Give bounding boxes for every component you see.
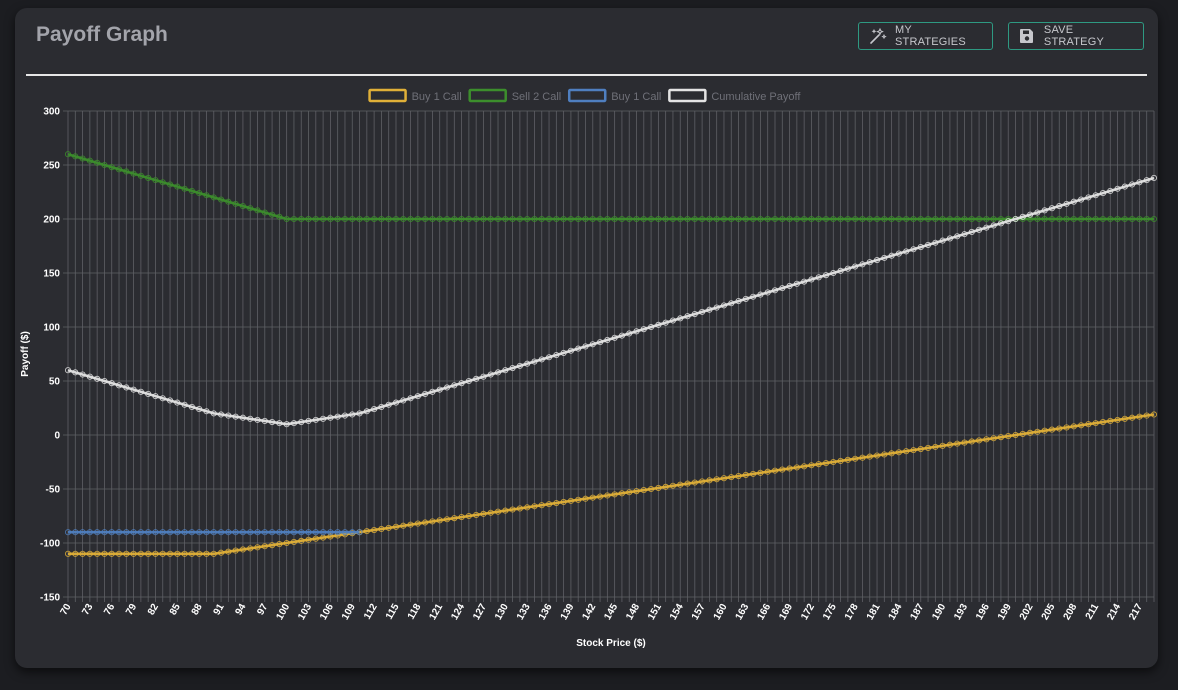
x-tick-label: 190 (930, 602, 948, 622)
legend-swatch (567, 88, 607, 103)
legend-label: Cumulative Payoff (711, 91, 801, 103)
y-axis-title: Payoff ($) (20, 331, 31, 377)
x-tick-label: 127 (471, 602, 489, 622)
x-tick-label: 109 (340, 602, 358, 622)
x-tick-label: 88 (190, 602, 205, 618)
x-tick-label: 211 (1084, 602, 1102, 622)
y-tick-label: 100 (43, 323, 60, 334)
x-tick-label: 97 (255, 602, 270, 618)
x-tick-label: 73 (80, 602, 95, 618)
x-tick-label: 202 (1018, 602, 1036, 622)
y-tick-label: 150 (43, 269, 60, 280)
series-line (67, 152, 1154, 221)
x-tick-label: 199 (996, 602, 1014, 622)
x-tick-label: 91 (212, 602, 227, 618)
x-tick-label: 187 (908, 602, 926, 622)
x-tick-label: 142 (581, 602, 599, 622)
payoff-chart: 300 250 200 150 100 50 0 -50 -100 -15070 73 76 79 82 8… (20, 88, 1158, 649)
x-tick-label: 133 (515, 602, 533, 622)
x-tick-label: 70 (59, 602, 74, 618)
x-tick-label: 178 (843, 602, 861, 622)
x-tick-label: 139 (559, 602, 577, 622)
y-tick-label: 250 (43, 161, 60, 172)
y-tick-label: 50 (49, 377, 61, 388)
x-tick-label: 214 (1105, 602, 1123, 622)
x-tick-label: 112 (362, 602, 380, 622)
x-tick-label: 175 (821, 602, 839, 622)
x-tick-label: 124 (449, 602, 467, 622)
x-tick-label: 100 (274, 602, 292, 622)
x-tick-label: 103 (296, 602, 314, 622)
legend-swatch (468, 88, 507, 103)
legend-swatch (668, 88, 707, 103)
x-tick-label: 76 (102, 602, 117, 618)
y-tick-label: -150 (40, 593, 60, 604)
x-tick-label: 115 (384, 602, 402, 622)
x-tick-label: 157 (690, 602, 708, 622)
x-tick-label: 166 (755, 602, 773, 622)
series-4 (64, 174, 1158, 428)
x-tick-label: 85 (168, 602, 183, 618)
y-tick-label: 0 (54, 431, 60, 442)
legend-label: Buy 1 Call (412, 91, 462, 103)
x-axis-title: Stock Price ($) (576, 638, 645, 649)
x-tick-label: 163 (734, 602, 752, 622)
x-tick-label: 145 (602, 602, 620, 622)
series-2 (64, 151, 1158, 223)
x-tick-label: 196 (974, 602, 992, 622)
x-tick-label: 121 (427, 602, 445, 622)
y-tick-label: -100 (40, 539, 60, 550)
legend-label: Buy 1 Call (611, 91, 661, 103)
x-tick-label: 208 (1062, 602, 1080, 622)
x-tick-label: 184 (887, 602, 905, 622)
y-tick-label: 300 (43, 107, 60, 118)
x-tick-label: 154 (668, 602, 686, 622)
legend-label: Sell 2 Call (512, 91, 562, 103)
x-tick-label: 79 (124, 602, 139, 618)
x-tick-label: 94 (233, 602, 248, 618)
chart-legend: Buy 1 Call Sell 2 Call Buy 1 Call Cumulativ… (368, 88, 801, 103)
grid (63, 110, 1155, 602)
x-tick-label: 172 (799, 602, 817, 622)
y-tick-label: -50 (46, 485, 61, 496)
x-tick-label: 151 (646, 602, 664, 622)
legend-swatch (368, 88, 407, 103)
series-line (67, 176, 1155, 426)
x-tick-label: 205 (1040, 602, 1058, 622)
x-tick-label: 148 (624, 602, 642, 622)
y-tick-label: 200 (43, 215, 60, 226)
x-tick-label: 130 (493, 602, 511, 622)
x-tick-label: 118 (406, 602, 424, 622)
x-tick-label: 169 (777, 602, 795, 622)
x-tick-label: 217 (1127, 602, 1145, 622)
x-tick-label: 193 (952, 602, 970, 622)
x-tick-label: 136 (537, 602, 555, 622)
x-tick-label: 106 (318, 602, 336, 622)
x-tick-label: 82 (146, 602, 161, 618)
x-tick-label: 181 (865, 602, 883, 622)
x-tick-label: 160 (712, 602, 730, 622)
